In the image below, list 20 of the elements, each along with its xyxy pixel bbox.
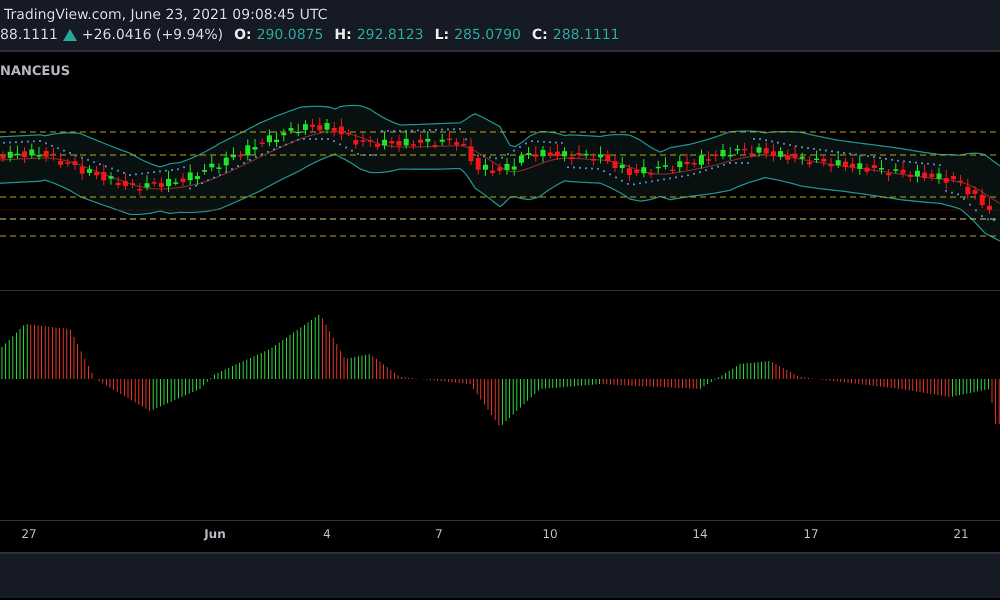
symbol-label: NANCEUS <box>0 63 72 81</box>
time-axis-label: 4 <box>323 527 331 541</box>
source-timestamp: TradingView.com, June 23, 2021 09:08:45 UTC <box>3 7 328 23</box>
time-axis-label: 10 <box>542 527 558 541</box>
time-axis-label: Jun <box>204 527 226 541</box>
last-price: 88.1111 <box>0 27 58 43</box>
ohlc-value: 285.0790 <box>454 27 521 43</box>
time-axis-label: 27 <box>21 527 37 541</box>
time-axis-label: 7 <box>435 527 443 541</box>
ohlc-label: H: <box>334 27 352 43</box>
ohlc-label: L: <box>434 27 450 43</box>
ohlc-label: C: <box>532 27 548 43</box>
time-axis-label: 21 <box>953 527 969 541</box>
price-change: +26.0416 (+9.94%) <box>82 27 224 43</box>
ohlc-value: 290.0875 <box>256 27 324 43</box>
time-axis-label: 17 <box>803 527 819 541</box>
ohlc-value: 292.8123 <box>356 27 424 43</box>
time-axis-label: 14 <box>692 527 708 541</box>
ohlc-value: 288.1111 <box>552 27 620 43</box>
ohlc-label: O: <box>234 27 252 43</box>
